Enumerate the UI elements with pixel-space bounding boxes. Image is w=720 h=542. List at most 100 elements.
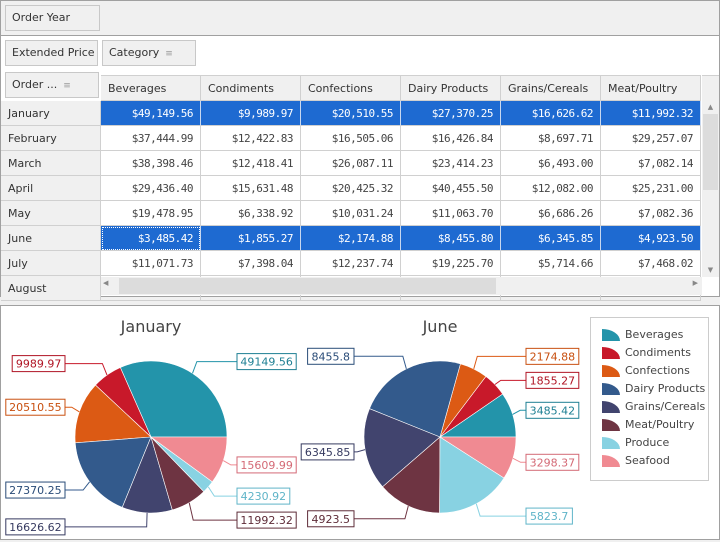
data-label: 5823.7 [530, 510, 569, 523]
data-label: 6345.85 [305, 446, 351, 459]
column-header[interactable]: Dairy Products [401, 75, 501, 101]
table-cell[interactable]: $40,455.50 [401, 176, 501, 201]
row-header[interactable]: August [1, 276, 101, 301]
scroll-thumb[interactable] [703, 114, 718, 190]
data-label: 4923.5 [312, 513, 351, 526]
field-order-year[interactable]: Order Year [5, 5, 100, 31]
field-label: Order ... [12, 78, 58, 91]
data-label: 27370.25 [9, 484, 62, 497]
legend-item[interactable]: Seafood [625, 454, 670, 467]
column-header[interactable]: Meat/Poultry [601, 75, 701, 101]
leader-line [65, 406, 80, 413]
table-cell[interactable]: $1,855.27 [201, 226, 301, 251]
row-header[interactable]: June [1, 226, 101, 251]
table-cell[interactable]: $29,436.40 [101, 176, 201, 201]
table-cell[interactable]: $23,414.23 [401, 151, 501, 176]
leader-line [188, 502, 237, 521]
scroll-down-icon[interactable]: ▼ [702, 263, 719, 277]
table-cell[interactable]: $27,370.25 [401, 101, 501, 126]
table-cell[interactable]: $6,338.92 [201, 201, 301, 226]
table-cell[interactable]: $15,631.48 [201, 176, 301, 201]
table-cell[interactable]: $12,082.00 [501, 176, 601, 201]
table-cell[interactable]: $19,478.95 [101, 201, 201, 226]
table-cell[interactable]: $25,231.00 [601, 176, 701, 201]
table-cell[interactable]: $6,345.85 [501, 226, 601, 251]
table-cell[interactable]: $3,485.42 [101, 226, 201, 251]
data-label: 16626.62 [9, 521, 62, 534]
field-label: Category [109, 46, 160, 59]
table-cell[interactable]: $2,174.88 [301, 226, 401, 251]
table-cell[interactable]: $20,510.55 [301, 101, 401, 126]
table-cell[interactable]: $16,426.84 [401, 126, 501, 151]
table-cell[interactable]: $11,063.70 [401, 201, 501, 226]
column-header[interactable]: Confections [301, 75, 401, 101]
row-header[interactable]: March [1, 151, 101, 176]
table-cell[interactable]: $6,493.00 [501, 151, 601, 176]
legend-item[interactable]: Produce [625, 436, 669, 449]
table-cell[interactable]: $6,686.26 [501, 201, 601, 226]
data-label: 1855.27 [530, 374, 576, 387]
table-cell[interactable]: $4,923.50 [601, 226, 701, 251]
filter-area: Order Year [1, 1, 719, 36]
legend-item[interactable]: Condiments [625, 346, 691, 359]
table-cell[interactable]: $16,505.06 [301, 126, 401, 151]
legend-item[interactable]: Beverages [625, 328, 684, 341]
horizontal-scrollbar[interactable]: ◀ ▶ [101, 277, 702, 295]
table-cell[interactable]: $29,257.07 [601, 126, 701, 151]
row-header[interactable]: February [1, 126, 101, 151]
legend-item[interactable]: Dairy Products [625, 382, 706, 395]
row-header[interactable]: January [1, 101, 101, 126]
table-cell[interactable]: $20,425.32 [301, 176, 401, 201]
field-extended-price[interactable]: Extended Price [5, 40, 98, 66]
row-header[interactable]: July [1, 251, 101, 276]
data-label: 2174.88 [530, 350, 576, 363]
leader-line [473, 355, 526, 370]
table-cell[interactable]: $16,626.62 [501, 101, 601, 126]
table-cell[interactable]: $11,992.32 [601, 101, 701, 126]
table-cell[interactable]: $37,444.99 [101, 126, 201, 151]
pie-charts: January 49149.56 9989.97 20510.55 27370.25 16… [5, 317, 709, 536]
table-cell[interactable]: $9,989.97 [201, 101, 301, 126]
table-cell[interactable]: $12,237.74 [301, 251, 401, 276]
table-cell[interactable]: $7,082.36 [601, 201, 701, 226]
header-corner [702, 75, 719, 101]
table-cell[interactable]: $26,087.11 [301, 151, 401, 176]
leader-line [354, 449, 366, 453]
column-header[interactable]: Grains/Cereals [501, 75, 601, 101]
table-cell[interactable]: $8,455.80 [401, 226, 501, 251]
legend-item[interactable]: Grains/Cereals [625, 400, 706, 413]
table-cell[interactable]: $11,071.73 [101, 251, 201, 276]
table-cell[interactable]: $12,418.41 [201, 151, 301, 176]
chart-title: June [422, 317, 458, 336]
scroll-thumb[interactable] [119, 278, 496, 294]
leader-line [223, 460, 237, 466]
column-header[interactable]: Condiments [201, 75, 301, 101]
table-cell[interactable]: $38,398.46 [101, 151, 201, 176]
row-header[interactable]: May [1, 201, 101, 226]
legend-item[interactable]: Confections [625, 364, 690, 377]
table-cell[interactable]: $7,082.14 [601, 151, 701, 176]
row-header[interactable]: April [1, 176, 101, 201]
table-cell[interactable]: $5,714.66 [501, 251, 601, 276]
vertical-scrollbar[interactable]: ▲ ▼ [702, 100, 719, 277]
table-cell[interactable]: $7,468.02 [601, 251, 701, 276]
sort-icon: ≡ [165, 49, 173, 59]
field-category[interactable]: Category ≡ [102, 40, 196, 66]
table-cell[interactable]: $7,398.04 [201, 251, 301, 276]
table-cell[interactable]: $12,422.83 [201, 126, 301, 151]
scroll-right-icon[interactable]: ▶ [693, 279, 698, 287]
table-cell[interactable]: $8,697.71 [501, 126, 601, 151]
data-label: 15609.99 [240, 459, 293, 472]
table-cell[interactable]: $19,225.70 [401, 251, 501, 276]
scroll-up-icon[interactable]: ▲ [702, 100, 719, 114]
column-header[interactable]: Beverages [101, 75, 201, 101]
sort-icon: ≡ [63, 81, 71, 91]
legend-item[interactable]: Meat/Poultry [625, 418, 695, 431]
leader-line [512, 457, 526, 463]
field-label: Extended Price [12, 46, 95, 59]
field-order-month[interactable]: Order ... ≡ [5, 72, 99, 98]
data-label: 20510.55 [9, 401, 62, 414]
table-cell[interactable]: $10,031.24 [301, 201, 401, 226]
scroll-left-icon[interactable]: ◀ [103, 279, 108, 287]
table-cell[interactable]: $49,149.56 [101, 101, 201, 126]
